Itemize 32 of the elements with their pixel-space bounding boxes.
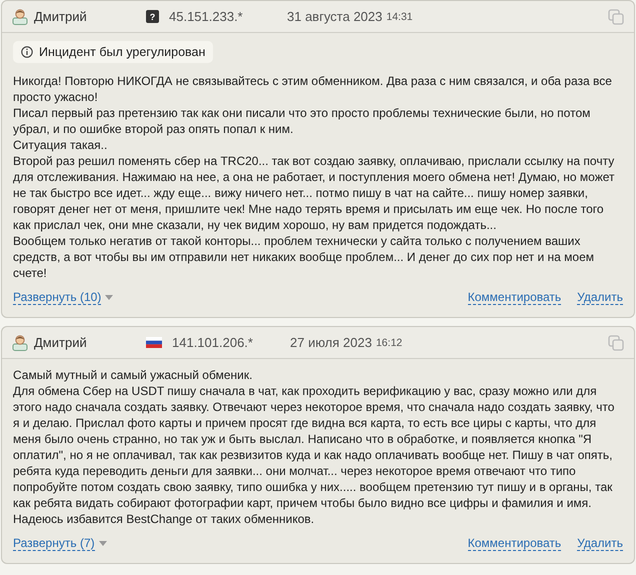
caret-icon [105,295,114,300]
user-avatar-icon [12,8,28,25]
review-time: 16:12 [376,336,402,348]
comment-link[interactable]: Комментировать [468,290,562,305]
flag-icon [146,337,162,348]
review-date: 31 августа 2023 [287,9,382,24]
review-time: 14:31 [386,10,413,22]
expand-link[interactable]: Развернуть (7) [13,536,95,551]
delete-link[interactable]: Удалить [577,536,623,551]
unknown-flag-icon: ? [146,10,159,23]
review-paragraph: Вообщем только негатив от такой конторы... проблем технически у сайта только с получением ваших средств, а вот чтобы вы им отправили нет никаких вообще проблем... И денег до сих пор нет и на моем счете! [13,233,596,281]
ip-address: 141.101.206.* [172,335,254,350]
review-paragraph: Писал первый раз претензию так как они писали что это просто проблемы технические были, но потом убрал, и по ошибке второй раз опять попал к ним. [13,105,592,137]
review-paragraph: Никогда! Повторю НИКОГДА не связывайтесь с этим обменником. Два раза с ним связался, и оба раза все просто ужасно! [13,73,613,105]
author-name: Дмитрий [34,335,88,350]
copy-icon[interactable] [608,334,624,350]
author-name: Дмитрий [34,9,88,24]
delete-link[interactable]: Удалить [577,290,623,305]
comment-link[interactable]: Комментировать [468,536,562,551]
review-paragraph: Второй раз решил поменять сбер на TRC20... так вот создаю заявку, оплачиваю, прислали ссылку на почту для отслеживания. Нажимаю на нее, а она не работает, и поступления моего обмена нет! Думаю, но может не так быстро все идет... жду еще... вижу ничего нет... потмо пишу в чат на сайте... пишу номер заявки, говорят денег нет от меня, пришлите чек! Мне надо терять время и присылать им еще чек. Но после того как прислал чек, они мне сказали, ну чек видим хорошо, ну вам придется подождать... [13,153,616,233]
notice-text: Инцидент был урегулирован [39,45,206,59]
copy-icon[interactable] [608,8,624,24]
user-avatar-icon [12,334,28,351]
expand-link[interactable]: Развернуть (10) [13,290,102,305]
review-paragraph: Надеюсь избавится BestChange от таких обменников. [13,511,316,527]
review-date: 27 июля 2023 [290,335,372,350]
review-paragraph: Для обмена Сбер на USDT пишу сначала в чат, как проходить верификацию у вас, сразу можно или для этого надо сначала создать заявку. Отвечают через некоторое время, что сначала надо создать заявку, что я и делаю. Прислал фото карты и причем просят где видна вся карта, то есть все циры с карты, что для меня было очень странно, но так уж и быть выслал. Написано что в обработке, и появляется кнопка "Я оплатил", но я не оплачивал, так как резвизитов куда и как надо оплачивать вообще нет. Пишу в чат опять, ребята куда переводить деньги для заявки... они молчат... через некоторое время отвечают что типо попробуйте потом создать свою заявку, типо ошибка у них..... вообщем претензию тут пишу и в органы, так как ребята видать собирают фотографии карт, причем чтобы было видно все цифры и фамилия и имя. [13,383,616,511]
ip-address: 45.151.233.* [169,9,244,24]
review-paragraph: Самый мутный и самый ужасный обменик. [13,367,254,383]
info-icon [21,46,33,58]
caret-icon [98,541,107,546]
review-paragraph: Ситуация такая.. [13,137,108,153]
